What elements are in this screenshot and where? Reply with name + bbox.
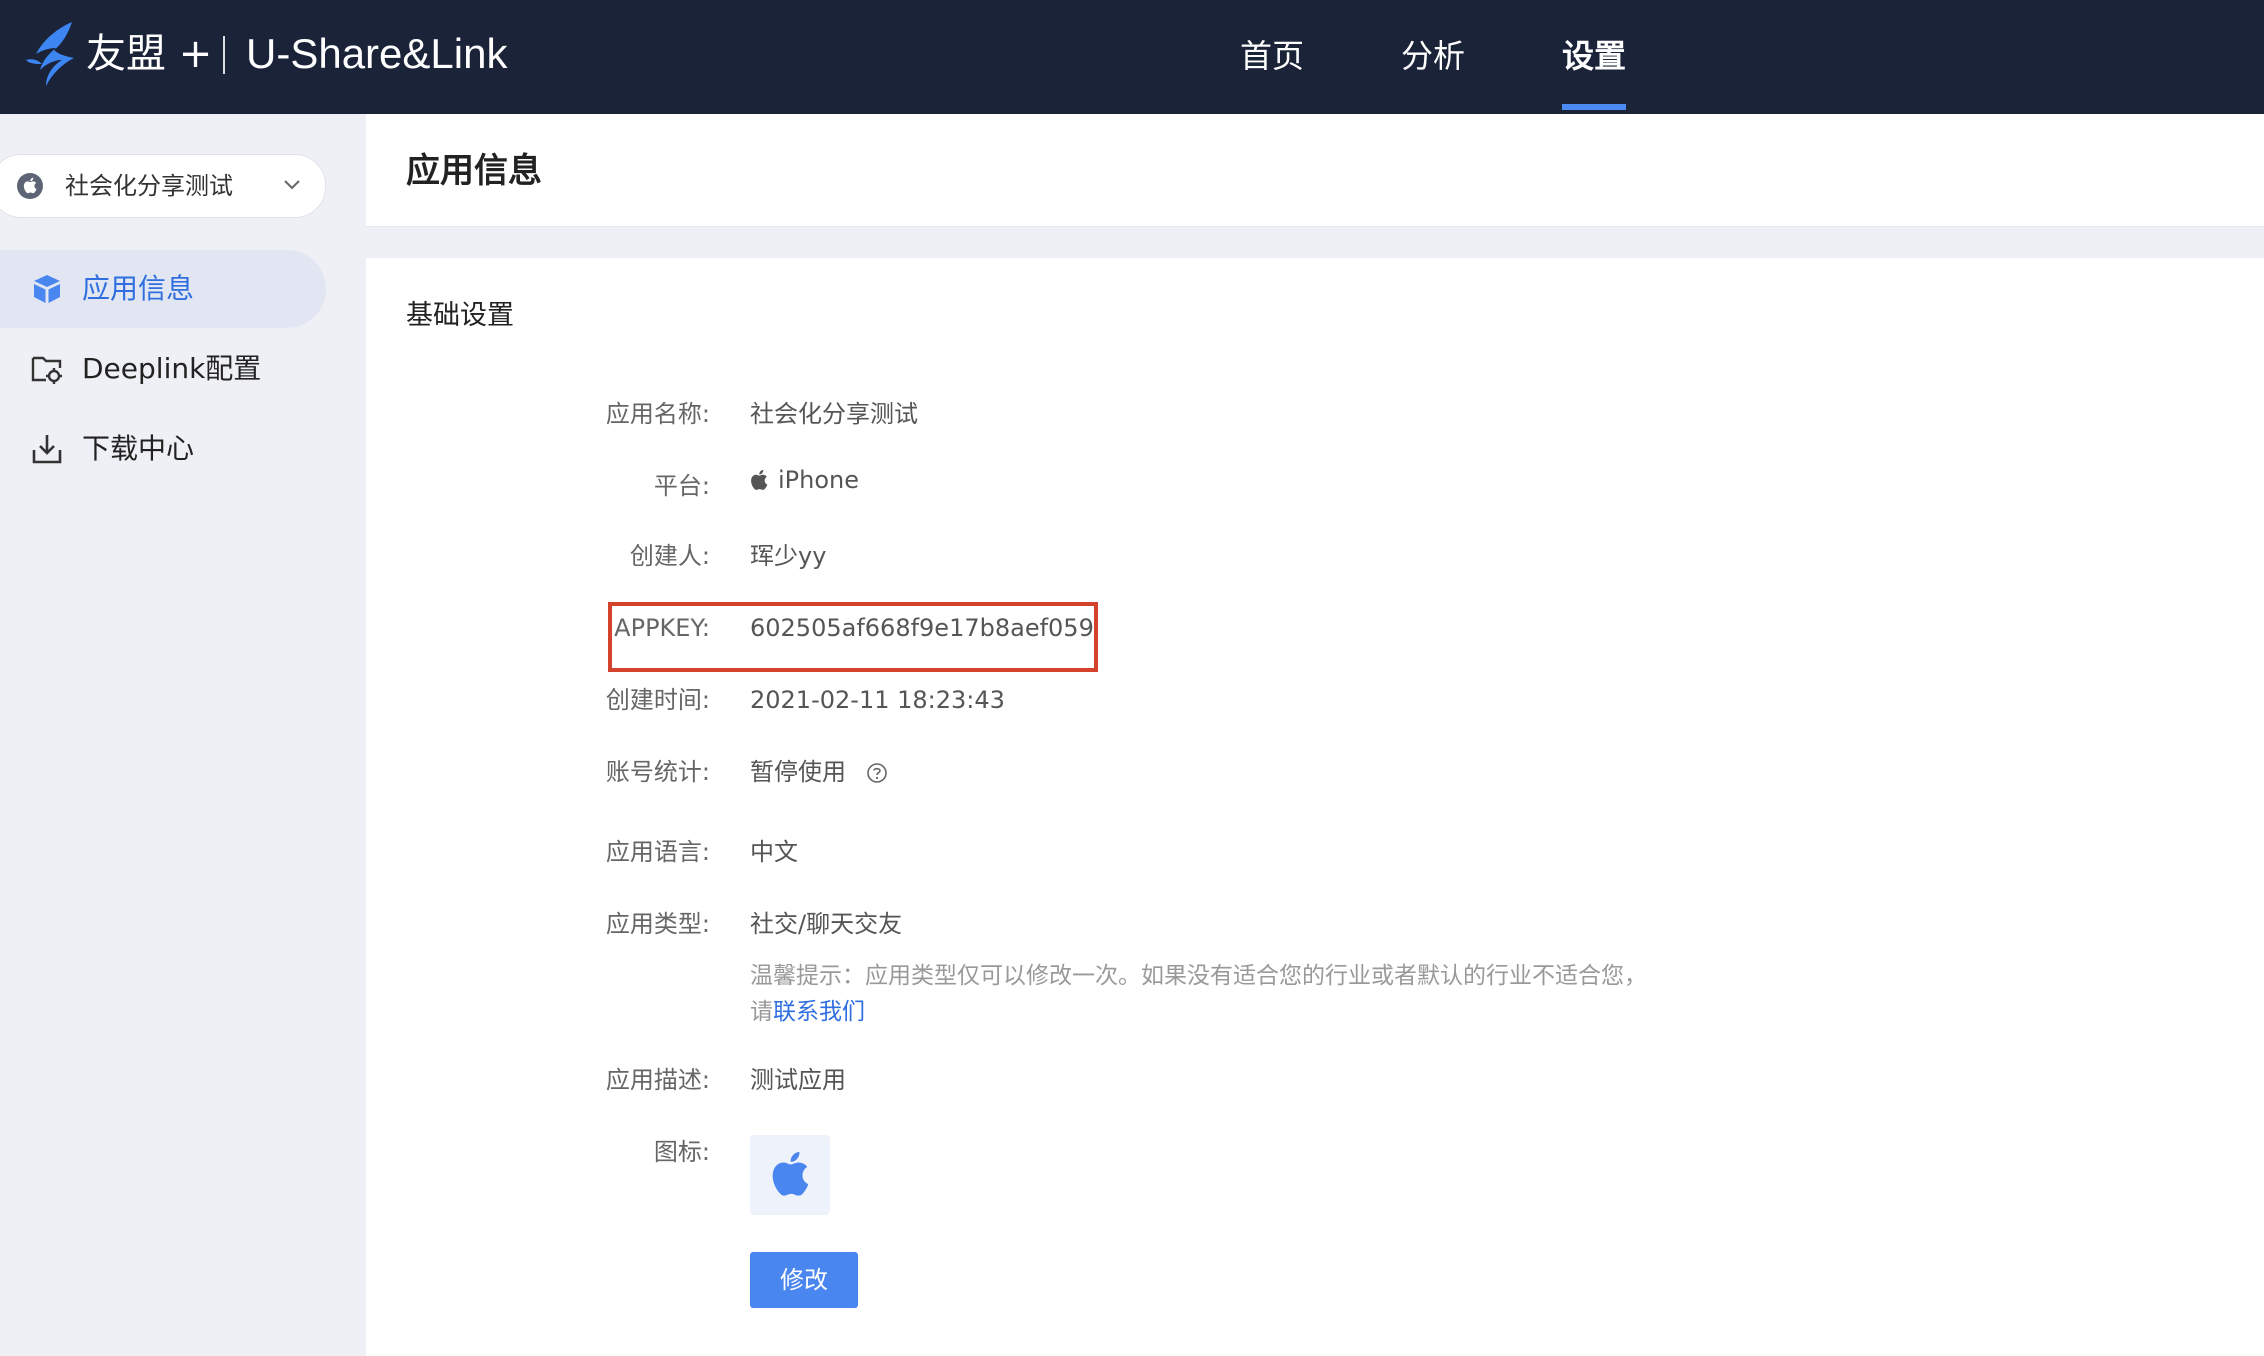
bird-logo-icon	[26, 22, 74, 86]
nav-home[interactable]: 首页	[1240, 28, 1304, 84]
account-stats-value: 暂停使用	[750, 758, 846, 786]
download-icon	[32, 435, 62, 464]
description-label: 应用描述:	[605, 1066, 710, 1094]
platform-value: iPhone	[778, 466, 860, 494]
folder-gear-icon	[31, 356, 62, 384]
platform-value-row: iPhone	[750, 462, 859, 498]
app-type-label: 应用类型:	[605, 910, 710, 938]
app-selector-label: 社会化分享测试	[65, 172, 233, 200]
basic-settings-panel: 基础设置 应用名称: 社会化分享测试 平台: iPhone 创建人: 珲少yy …	[366, 258, 2264, 1356]
sidebar-item-label: 下载中心	[82, 432, 195, 465]
edit-button[interactable]: 修改	[750, 1252, 858, 1308]
app-name-value: 社会化分享测试	[750, 400, 918, 428]
platform-label: 平台:	[653, 472, 710, 500]
product-name: U-Share&Link	[246, 30, 508, 77]
tip-text: 温馨提示：应用类型仅可以修改一次。如果没有适合您的行业或者默认的行业不适合您，请	[750, 963, 1647, 1025]
app-type-value: 社交/聊天交友	[750, 910, 903, 938]
app-name-label: 应用名称:	[605, 400, 710, 428]
help-icon[interactable]	[866, 762, 888, 784]
chevron-down-icon	[284, 180, 300, 190]
cube-icon	[34, 275, 60, 303]
appkey-label: APPKEY:	[614, 614, 710, 642]
sidebar-item-label: 应用信息	[82, 272, 195, 305]
apple-icon	[17, 173, 43, 199]
contact-us-link[interactable]: 联系我们	[773, 999, 865, 1025]
created-at-label: 创建时间:	[605, 686, 710, 714]
app-type-tip: 温馨提示：应用类型仅可以修改一次。如果没有适合您的行业或者默认的行业不适合您，请…	[750, 958, 1650, 1030]
sidebar-item-download-center[interactable]: 下载中心	[0, 410, 326, 488]
nav-settings[interactable]: 设置	[1562, 28, 1626, 84]
section-title: 基础设置	[406, 300, 514, 331]
sidebar-item-app-info[interactable]: 应用信息	[0, 250, 326, 328]
nav-analysis[interactable]: 分析	[1401, 28, 1465, 84]
active-nav-indicator	[1562, 104, 1626, 110]
page-title: 应用信息	[406, 151, 542, 191]
sidebar-item-label: Deeplink配置	[82, 352, 262, 385]
creator-label: 创建人:	[629, 542, 710, 570]
apple-icon	[751, 469, 768, 490]
appkey-value[interactable]: 602505af668f9e17b8aef059	[750, 610, 1094, 646]
sidebar: 社会化分享测试 应用信息 Deeplink配置 下载中心	[0, 114, 366, 1356]
apple-icon	[772, 1151, 809, 1196]
brand-name: 友盟 +	[86, 31, 213, 77]
app-selector[interactable]: 社会化分享测试	[0, 154, 326, 218]
icon-label: 图标:	[653, 1138, 710, 1166]
page-header: 应用信息	[366, 114, 2264, 227]
language-label: 应用语言:	[605, 838, 710, 866]
app-icon-preview	[750, 1135, 830, 1215]
creator-value: 珲少yy	[750, 542, 827, 570]
created-at-value: 2021-02-11 18:23:43	[750, 686, 1005, 714]
account-stats-row: 暂停使用	[750, 754, 888, 790]
brand-divider	[223, 36, 225, 74]
account-stats-label: 账号统计:	[605, 758, 710, 786]
sidebar-item-deeplink[interactable]: Deeplink配置	[0, 330, 326, 408]
description-value: 测试应用	[750, 1066, 846, 1094]
language-value: 中文	[750, 838, 798, 866]
top-navigation-bar: 友盟 + U-Share&Link 首页 分析 设置	[0, 0, 2264, 114]
